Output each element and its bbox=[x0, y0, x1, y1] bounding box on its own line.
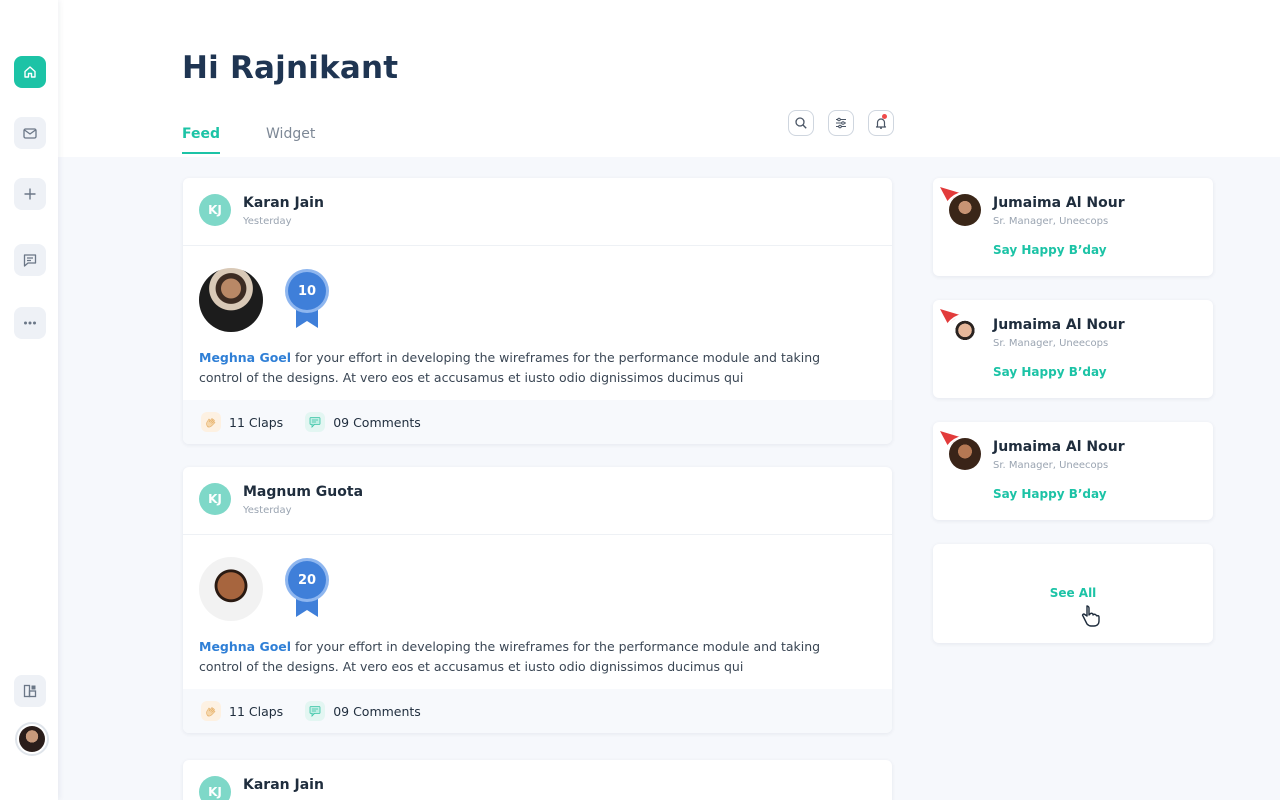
hand-cursor-icon bbox=[1081, 605, 1100, 627]
birthday-person-role: Sr. Manager, Uneecops bbox=[993, 460, 1109, 471]
card-header: KJ Magnum Guota Yesterday bbox=[183, 467, 892, 535]
filter-icon bbox=[836, 117, 846, 129]
mail-icon bbox=[23, 128, 37, 139]
page-title: Hi Rajnikant bbox=[182, 50, 399, 86]
claps-button[interactable]: 11 Claps bbox=[201, 701, 283, 721]
badge-points: 10 bbox=[297, 283, 317, 299]
author-name[interactable]: Karan Jain bbox=[243, 777, 324, 793]
avatar-image bbox=[19, 726, 45, 752]
claps-count: 11 Claps bbox=[229, 703, 284, 719]
chat-icon bbox=[23, 254, 37, 267]
more-icon bbox=[24, 321, 36, 325]
mention-link[interactable]: Meghna Goel bbox=[199, 350, 291, 365]
birthday-card: Jumaima Al Nour Sr. Manager, Uneecops Sa… bbox=[933, 422, 1213, 520]
claps-button[interactable]: 11 Claps bbox=[201, 412, 283, 432]
sidebar-more-button[interactable] bbox=[14, 307, 46, 339]
tab-widget[interactable]: Widget bbox=[266, 126, 315, 154]
author-name[interactable]: Magnum Guota bbox=[243, 484, 363, 500]
post-message: for your effort in developing the wirefr… bbox=[199, 350, 821, 385]
comments-count: 09 Comments bbox=[333, 414, 421, 430]
post-time: Yesterday bbox=[243, 216, 292, 227]
birthday-card: Jumaima Al Nour Sr. Manager, Uneecops Sa… bbox=[933, 300, 1213, 398]
claps-count: 11 Claps bbox=[229, 414, 284, 430]
author-name[interactable]: Karan Jain bbox=[243, 195, 324, 211]
birthday-person-name[interactable]: Jumaima Al Nour bbox=[993, 317, 1125, 333]
clap-icon bbox=[201, 412, 221, 432]
see-all-link[interactable]: See All bbox=[933, 586, 1213, 600]
sidebar bbox=[0, 0, 58, 800]
user-avatar[interactable] bbox=[15, 722, 49, 756]
comments-button[interactable]: 09 Comments bbox=[305, 701, 421, 721]
author-initials-avatar[interactable]: KJ bbox=[199, 194, 231, 226]
home-icon bbox=[24, 66, 36, 78]
clap-icon bbox=[201, 701, 221, 721]
notifications-button[interactable] bbox=[868, 110, 894, 136]
comments-button[interactable]: 09 Comments bbox=[305, 412, 421, 432]
card-body: 10 Meghna Goel for your effort in develo… bbox=[183, 246, 892, 400]
birthday-card: Jumaima Al Nour Sr. Manager, Uneecops Sa… bbox=[933, 178, 1213, 276]
card-body: 20 Meghna Goel for your effort in develo… bbox=[183, 535, 892, 689]
card-header: KJ Karan Jain Yesterday bbox=[183, 178, 892, 246]
tab-bar: Feed Widget bbox=[182, 126, 315, 154]
say-happy-birthday-link[interactable]: Say Happy B’day bbox=[993, 243, 1107, 257]
recipient-photo bbox=[199, 268, 263, 332]
award-badge: 20 bbox=[284, 557, 330, 619]
comment-icon bbox=[305, 701, 326, 721]
comment-icon bbox=[305, 412, 326, 432]
tab-feed[interactable]: Feed bbox=[182, 126, 221, 154]
filter-button[interactable] bbox=[828, 110, 854, 136]
post-message: for your effort in developing the wirefr… bbox=[199, 639, 821, 674]
sidebar-chat-button[interactable] bbox=[14, 244, 46, 276]
search-button[interactable] bbox=[788, 110, 814, 136]
search-icon bbox=[795, 117, 807, 129]
sidebar-home-button[interactable] bbox=[14, 56, 46, 88]
post-text: Meghna Goel for your effort in developin… bbox=[199, 637, 849, 677]
party-hat-icon bbox=[940, 309, 963, 325]
say-happy-birthday-link[interactable]: Say Happy B’day bbox=[993, 487, 1107, 501]
birthday-person-name[interactable]: Jumaima Al Nour bbox=[993, 439, 1125, 455]
feed-card: KJ Karan Jain bbox=[183, 760, 892, 800]
sidebar-widgets-button[interactable] bbox=[14, 675, 46, 707]
add-icon bbox=[24, 188, 36, 200]
award-badge: 10 bbox=[284, 268, 330, 330]
post-time: Yesterday bbox=[243, 505, 292, 516]
see-all-card[interactable]: See All bbox=[933, 544, 1213, 643]
sidebar-add-button[interactable] bbox=[14, 178, 46, 210]
comments-count: 09 Comments bbox=[333, 703, 421, 719]
widgets-icon bbox=[23, 684, 37, 698]
party-hat-icon bbox=[940, 431, 963, 447]
party-hat-icon bbox=[940, 187, 963, 203]
notification-dot bbox=[882, 114, 887, 119]
author-initials-avatar[interactable]: KJ bbox=[199, 776, 231, 800]
feed-card: KJ Magnum Guota Yesterday 20 Meghna Goel… bbox=[183, 467, 892, 733]
feed-card: KJ Karan Jain Yesterday 10 Meghna Goel f… bbox=[183, 178, 892, 444]
card-footer: 11 Claps 09 Comments bbox=[183, 400, 892, 444]
badge-points: 20 bbox=[297, 572, 317, 588]
sidebar-mail-button[interactable] bbox=[14, 117, 46, 149]
recipient-photo bbox=[199, 557, 263, 621]
birthday-person-role: Sr. Manager, Uneecops bbox=[993, 338, 1109, 349]
card-header: KJ Karan Jain bbox=[183, 760, 892, 800]
author-initials-avatar[interactable]: KJ bbox=[199, 483, 231, 515]
mention-link[interactable]: Meghna Goel bbox=[199, 639, 291, 654]
post-text: Meghna Goel for your effort in developin… bbox=[199, 348, 849, 388]
say-happy-birthday-link[interactable]: Say Happy B’day bbox=[993, 365, 1107, 379]
toolbar bbox=[788, 110, 894, 136]
card-footer: 11 Claps 09 Comments bbox=[183, 689, 892, 733]
birthday-person-role: Sr. Manager, Uneecops bbox=[993, 216, 1109, 227]
birthday-person-name[interactable]: Jumaima Al Nour bbox=[993, 195, 1125, 211]
